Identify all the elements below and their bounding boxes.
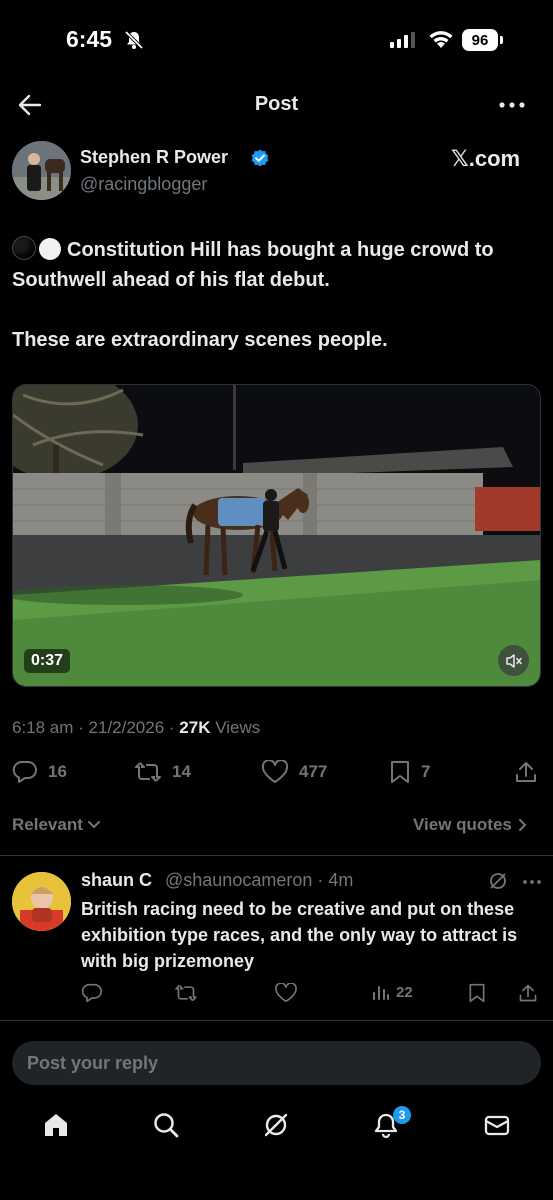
bookmark-count: 7 — [421, 762, 431, 781]
bookmark-icon — [467, 983, 487, 1003]
reply-text: British racing need to be creative and p… — [81, 899, 518, 971]
reply-views-button[interactable]: 22 — [372, 983, 413, 1001]
page-title: Post — [254, 93, 299, 115]
video-duration: 0:37 — [24, 649, 71, 673]
black-circle-emoji — [12, 236, 36, 260]
home-icon[interactable] — [42, 1111, 70, 1139]
notifications-badge: 3 — [393, 1106, 411, 1124]
reply-like-button[interactable] — [274, 983, 298, 1003]
reply-views-count: 22 — [396, 983, 413, 1001]
divider — [0, 855, 553, 856]
view-quotes-label: View quotes — [413, 815, 512, 834]
reply-repost-button[interactable] — [174, 983, 198, 1003]
views-count[interactable]: 27K — [179, 718, 210, 737]
battery-level: 96 — [462, 29, 498, 51]
wifi-icon — [428, 29, 454, 49]
reply-author-name[interactable]: shaun C — [81, 870, 152, 891]
reply-share-button[interactable] — [518, 983, 538, 1003]
heart-icon — [274, 983, 298, 1003]
bookmark-icon — [389, 760, 411, 784]
battery-tip — [500, 36, 503, 44]
repost-count: 14 — [172, 762, 191, 781]
tweet-text: Constitution Hill has bought a huge crow… — [12, 235, 542, 355]
view-quotes-link[interactable]: View quotes — [413, 815, 528, 835]
grok-icon[interactable] — [262, 1111, 290, 1139]
share-icon — [518, 983, 538, 1003]
messages-envelope-icon[interactable] — [483, 1111, 511, 1139]
share-icon — [514, 760, 538, 784]
source-label: 𝕏.com — [451, 146, 521, 171]
search-icon[interactable] — [152, 1111, 180, 1139]
author-avatar[interactable] — [12, 141, 71, 200]
reply-compose-input[interactable] — [12, 1041, 541, 1085]
heart-icon — [261, 760, 289, 784]
reply-more-icon[interactable] — [522, 879, 542, 885]
video-player[interactable] — [12, 384, 541, 687]
repost-icon — [134, 760, 162, 784]
tweet-line-1: Constitution Hill has bought a huge crow… — [12, 239, 494, 291]
repost-icon — [174, 983, 198, 1003]
chevron-right-icon — [518, 818, 528, 832]
reply-button[interactable]: 16 — [12, 760, 67, 784]
share-button[interactable] — [514, 760, 538, 784]
mute-button[interactable] — [498, 645, 529, 676]
sort-relevant-dropdown[interactable]: Relevant — [12, 815, 101, 835]
bookmark-button[interactable]: 7 — [389, 760, 430, 784]
post-timestamp: 6:18 am · 21/2/2026 · — [12, 718, 180, 737]
reply-reply-button[interactable] — [81, 983, 103, 1003]
reply-count: 16 — [48, 762, 67, 781]
signal-icon — [390, 32, 416, 48]
bell-off-icon — [124, 30, 144, 50]
reply-avatar[interactable] — [12, 872, 71, 931]
verified-badge-icon — [251, 149, 269, 167]
tweet-paragraph-2: These are extraordinary scenes people. — [12, 329, 388, 351]
more-options-icon[interactable] — [498, 97, 526, 113]
author-name[interactable]: Stephen R Power — [80, 147, 228, 168]
tweet-paragraph-1: Constitution Hill has bought a huge crow… — [12, 235, 542, 295]
speaker-muted-icon — [505, 653, 523, 669]
divider — [0, 1020, 553, 1021]
reply-icon — [12, 760, 38, 784]
repost-button[interactable]: 14 — [134, 760, 191, 784]
analytics-icon — [372, 983, 390, 1001]
reply-icon — [81, 983, 103, 1003]
sort-label: Relevant — [12, 815, 83, 834]
reply-bookmark-button[interactable] — [467, 983, 487, 1003]
views-label: Views — [210, 718, 261, 737]
grok-icon[interactable] — [488, 871, 508, 891]
post-meta: 6:18 am · 21/2/2026 · 27K Views — [12, 718, 260, 738]
like-button[interactable]: 477 — [261, 760, 327, 784]
author-handle[interactable]: @racingblogger — [80, 174, 207, 195]
reply-handle-time[interactable]: @shaunocameron · 4m — [165, 870, 353, 891]
white-circle-emoji — [39, 238, 61, 260]
status-time: 6:45 — [66, 26, 113, 52]
like-count: 477 — [299, 762, 328, 781]
chevron-down-icon — [87, 820, 101, 830]
